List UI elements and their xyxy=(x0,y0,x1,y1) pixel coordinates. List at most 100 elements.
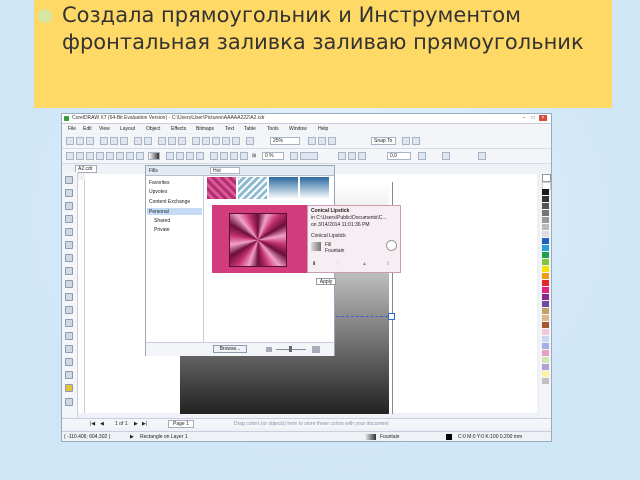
fountain-preview[interactable] xyxy=(148,152,160,160)
menu-help[interactable]: Help xyxy=(318,126,328,132)
crop-tool-icon[interactable] xyxy=(65,202,73,210)
edit-fill-icon[interactable] xyxy=(442,152,450,160)
full-screen-icon[interactable] xyxy=(232,137,240,145)
offset-field[interactable]: 0,0 xyxy=(387,152,411,160)
upvote-icon[interactable]: ▲ xyxy=(362,261,367,267)
fill-thumbnail[interactable] xyxy=(238,177,267,199)
swatch-silver[interactable] xyxy=(542,378,549,384)
fill-none-icon[interactable] xyxy=(66,152,74,160)
swatch-violet[interactable] xyxy=(542,301,549,307)
rectangular-fill-icon[interactable] xyxy=(196,152,204,160)
favorite-icon[interactable]: ♡ xyxy=(336,261,340,267)
last-page-icon[interactable]: ▶| xyxy=(142,421,147,427)
close-button[interactable]: × xyxy=(539,115,547,121)
swatch-green[interactable] xyxy=(542,252,549,258)
fill-thumbnail[interactable] xyxy=(300,177,329,199)
fill-thumbnail[interactable] xyxy=(269,177,298,199)
swatch-gray[interactable] xyxy=(542,210,549,216)
menu-layout[interactable]: Layout xyxy=(120,126,135,132)
rulers-icon[interactable] xyxy=(308,137,316,145)
zoom-out-icon[interactable] xyxy=(246,137,254,145)
acceleration-slider[interactable] xyxy=(300,152,318,160)
guidelines-icon[interactable] xyxy=(328,137,336,145)
tree-item-content-exchange[interactable]: Content Exchange xyxy=(149,199,190,205)
zoom-tool-icon[interactable] xyxy=(65,215,73,223)
swatch-gray[interactable] xyxy=(542,217,549,223)
swatch-brown[interactable] xyxy=(542,322,549,328)
node-position-field[interactable]: 0 % xyxy=(262,152,284,160)
fill-thumbnail[interactable] xyxy=(207,177,236,199)
small-thumbs-icon[interactable] xyxy=(266,347,272,352)
menu-effects[interactable]: Effects xyxy=(171,126,186,132)
node-color-icon[interactable] xyxy=(210,152,218,160)
two-color-pattern-icon[interactable] xyxy=(116,152,124,160)
freehand-tool-icon[interactable] xyxy=(65,228,73,236)
color-eyedropper-icon[interactable] xyxy=(65,358,73,366)
swatch-gray[interactable] xyxy=(542,196,549,202)
swap-icon[interactable] xyxy=(230,152,238,160)
artistic-media-icon[interactable] xyxy=(65,241,73,249)
smart-fill-icon[interactable] xyxy=(65,384,73,392)
mirror-icon[interactable] xyxy=(220,152,228,160)
next-page-icon[interactable]: ▶ xyxy=(134,421,138,427)
rectangle-tool-icon[interactable] xyxy=(65,254,73,262)
vector-pattern-icon[interactable] xyxy=(96,152,104,160)
thumb-size-handle[interactable] xyxy=(289,346,292,352)
free-scale-icon[interactable] xyxy=(338,152,346,160)
parallel-dimension-icon[interactable] xyxy=(65,306,73,314)
zoom-preview-icon[interactable] xyxy=(386,240,397,251)
menu-file[interactable]: File xyxy=(68,126,76,132)
blend-icon[interactable] xyxy=(290,152,298,160)
share-icon[interactable]: ⇪ xyxy=(386,261,390,267)
browse-button[interactable]: Browse... xyxy=(213,345,247,353)
ellipse-tool-icon[interactable] xyxy=(65,267,73,275)
grid-icon[interactable] xyxy=(318,137,326,145)
print-icon[interactable] xyxy=(192,137,200,145)
texture-fill-icon[interactable] xyxy=(126,152,134,160)
tree-item-shared[interactable]: Shared xyxy=(154,218,170,224)
swatch-mint[interactable] xyxy=(542,357,549,363)
text-tool-icon[interactable] xyxy=(65,293,73,301)
polygon-tool-icon[interactable] xyxy=(65,280,73,288)
swatch-lavender[interactable] xyxy=(542,364,549,370)
tab-document[interactable]: A2.cdr xyxy=(75,165,97,173)
smooth-blend-icon[interactable] xyxy=(348,152,356,160)
swatch-tan[interactable] xyxy=(542,308,549,314)
menu-object[interactable]: Object xyxy=(146,126,160,132)
swatch-rose[interactable] xyxy=(542,350,549,356)
menu-view[interactable]: View xyxy=(99,126,110,132)
bitmap-pattern-icon[interactable] xyxy=(106,152,114,160)
first-page-icon[interactable]: |◀ xyxy=(90,421,95,427)
menu-tools[interactable]: Tools xyxy=(267,126,279,132)
tree-item-private[interactable]: Private xyxy=(154,227,170,233)
swatch-blue[interactable] xyxy=(542,238,549,244)
elliptical-fill-icon[interactable] xyxy=(176,152,184,160)
tree-item-favorites[interactable]: Favorites xyxy=(149,180,170,186)
menu-bitmaps[interactable]: Bitmaps xyxy=(196,126,214,132)
copy-icon[interactable] xyxy=(110,137,118,145)
menu-table[interactable]: Table xyxy=(244,126,256,132)
swatch-gray[interactable] xyxy=(542,203,549,209)
undo-icon[interactable] xyxy=(134,137,142,145)
import-icon[interactable] xyxy=(168,137,176,145)
application-launcher-icon[interactable] xyxy=(412,137,420,145)
connector-tool-icon[interactable] xyxy=(65,319,73,327)
play-icon[interactable]: ▶ xyxy=(130,434,134,440)
page-tab[interactable]: Page 1 xyxy=(168,420,194,428)
minimize-button[interactable]: – xyxy=(520,115,528,121)
save-icon[interactable] xyxy=(86,137,94,145)
swatch-periwinkle[interactable] xyxy=(542,343,549,349)
copy-fill-icon[interactable] xyxy=(418,152,426,160)
swatch-light-blue[interactable] xyxy=(542,336,549,342)
swatch-cyan[interactable] xyxy=(542,245,549,251)
transparency-icon[interactable] xyxy=(240,152,248,160)
publish-icon[interactable] xyxy=(202,137,210,145)
apply-icon[interactable]: ⬇ xyxy=(312,261,316,267)
welcome-icon[interactable] xyxy=(222,137,230,145)
swatch-cream[interactable] xyxy=(542,371,549,377)
wrap-icon[interactable] xyxy=(358,152,366,160)
swatch-gray[interactable] xyxy=(542,224,549,230)
interactive-fill-icon[interactable] xyxy=(65,371,73,379)
tree-item-personal[interactable]: Personal xyxy=(149,209,169,215)
drop-shadow-icon[interactable] xyxy=(65,332,73,340)
